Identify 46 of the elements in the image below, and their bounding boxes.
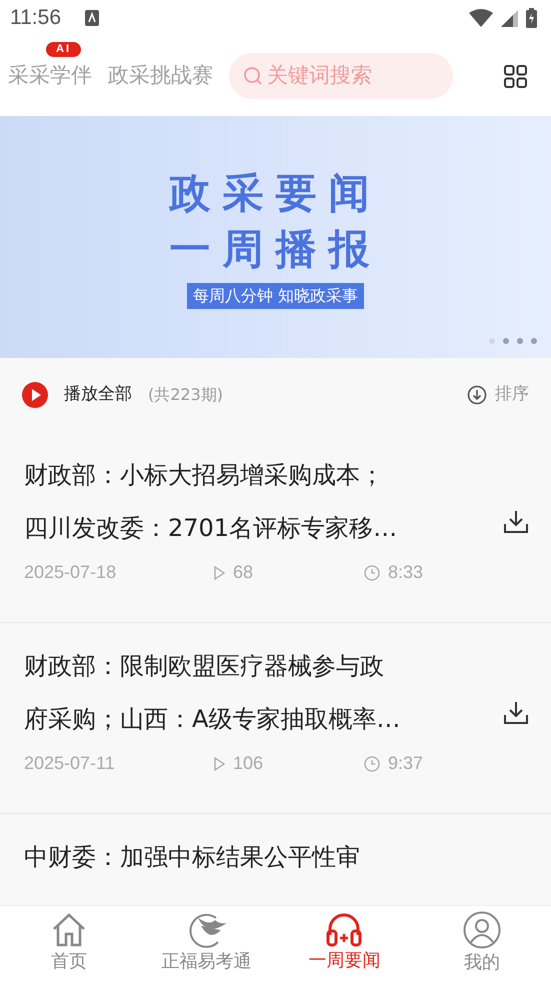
download-circle-icon	[467, 385, 487, 405]
wifi-icon	[469, 9, 493, 27]
episode-title[interactable]: 财政部：小标大招易增采购成本；	[24, 449, 398, 502]
signal-icon	[501, 10, 518, 26]
nav-tab[interactable]: 一周要闻	[276, 913, 414, 974]
episode-title[interactable]: 四川发改委：2701名评标专家移…	[24, 502, 398, 555]
nav-tab[interactable]: 正福易考通	[138, 912, 276, 975]
banner-title: 政采要闻	[170, 168, 382, 219]
play-count-icon	[214, 756, 225, 770]
clock-icon	[364, 564, 380, 580]
download-icon[interactable]	[503, 701, 529, 725]
grid-menu-icon[interactable]	[504, 65, 527, 88]
episode-count: (共223期)	[148, 384, 224, 406]
episode-date: 2025-07-18	[24, 561, 118, 584]
profile-icon	[463, 911, 502, 949]
home-icon	[50, 912, 87, 948]
play-count: 68	[233, 561, 254, 584]
battery-icon	[526, 8, 537, 28]
ai-badge: AI	[46, 42, 81, 58]
play-count: 106	[233, 752, 264, 775]
clock-icon	[364, 756, 380, 772]
sort-button[interactable]: 排序	[467, 382, 529, 408]
play-icon[interactable]	[22, 382, 48, 408]
status-time: 11:56	[10, 5, 61, 32]
episode-title[interactable]: 中财委：加强中标结果公平性审	[24, 831, 360, 884]
top-tab[interactable]: 政采挑战赛	[108, 60, 213, 92]
carousel-dot[interactable]	[531, 338, 537, 344]
bird-logo-icon	[188, 912, 226, 948]
headphones-icon	[326, 913, 362, 947]
download-icon[interactable]	[503, 510, 529, 534]
episode-duration: 9:37	[388, 752, 424, 775]
episode-duration: 8:33	[388, 561, 424, 584]
banner-title: 一周播报	[170, 224, 382, 275]
banner-subtitle: 每周八分钟 知晓政采事	[186, 283, 364, 309]
episode-date: 2025-07-11	[24, 752, 116, 775]
top-tab[interactable]: 采采学伴	[8, 60, 92, 92]
play-all-button[interactable]: 播放全部	[64, 382, 132, 408]
carousel-dot[interactable]	[517, 338, 523, 344]
play-count-icon	[214, 566, 225, 580]
nav-tab[interactable]: 我的	[413, 911, 551, 976]
episode-title[interactable]: 府采购；山西：A级专家抽取概率…	[24, 693, 400, 746]
carousel-dot[interactable]	[503, 338, 509, 344]
nav-tab[interactable]: 首页	[0, 912, 138, 975]
search-icon	[243, 66, 263, 86]
episode-title[interactable]: 财政部：限制欧盟医疗器械参与政	[24, 640, 400, 693]
carousel-dot[interactable]	[489, 338, 495, 344]
